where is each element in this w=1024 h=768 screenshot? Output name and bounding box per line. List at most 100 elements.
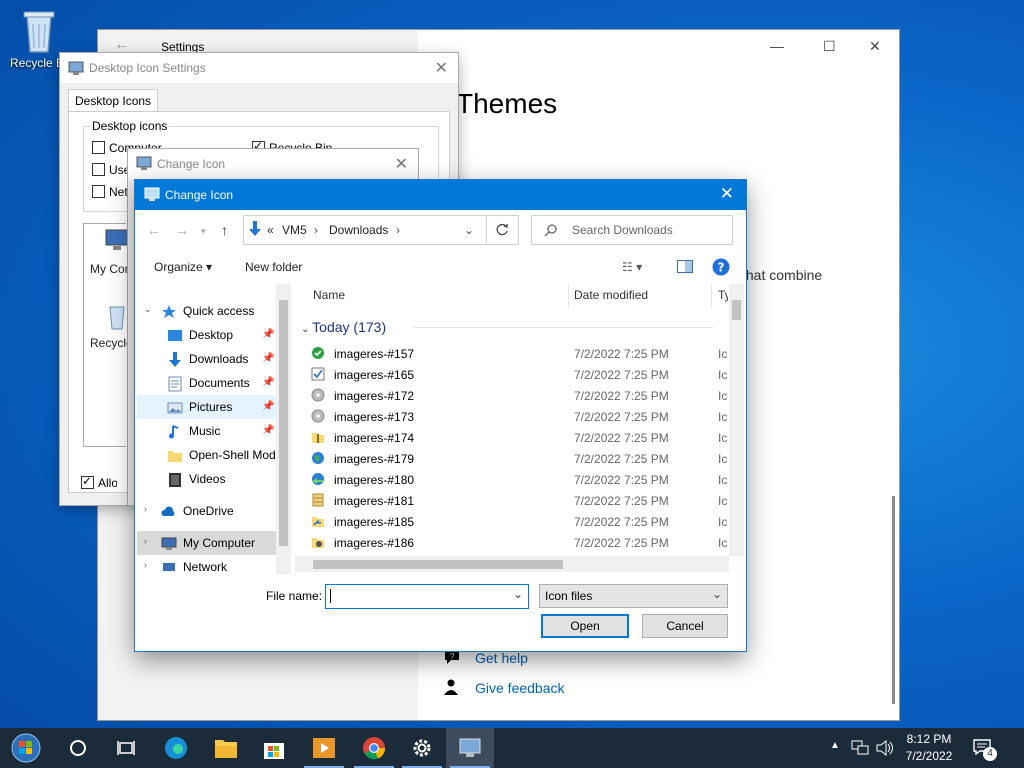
file-type-select[interactable]: Icon files ⌄ — [539, 584, 728, 608]
column-type[interactable]: Type — [718, 288, 728, 302]
pin-icon[interactable]: 📌 — [262, 329, 274, 340]
network-tray-icon[interactable] — [851, 740, 869, 756]
view-options-icon[interactable]: ☷ ▾ — [622, 260, 642, 274]
file-row[interactable]: imageres-#157 7/2/2022 7:25 PM Icon — [303, 343, 728, 364]
file-list-scrollbar[interactable] — [729, 284, 744, 556]
address-bar[interactable]: « VM5 › Downloads › ⌄ — [243, 215, 487, 245]
start-button[interactable] — [0, 728, 52, 768]
minimize-icon[interactable]: — — [770, 38, 784, 54]
taskbar-edge[interactable] — [152, 728, 200, 768]
nav-pictures[interactable]: Pictures 📌 — [137, 395, 291, 419]
taskbar-desktop-icon-settings[interactable] — [446, 728, 494, 768]
monitor-icon — [136, 156, 152, 170]
back-arrow-icon[interactable]: ← — [114, 36, 130, 54]
icon-my-computer[interactable]: My Computer — [90, 262, 130, 276]
recycle-bin-icon — [109, 306, 125, 330]
nav-desktop[interactable]: Desktop 📌 — [137, 323, 291, 347]
file-row[interactable]: imageres-#185 7/2/2022 7:25 PM Icon — [303, 511, 728, 532]
new-folder-button[interactable]: New folder — [245, 260, 302, 274]
search-input[interactable]: Search Downloads — [572, 223, 673, 237]
network-icon — [163, 563, 175, 571]
nav-quick-access[interactable]: ⌄ Quick access — [137, 299, 291, 323]
search-button[interactable] — [54, 728, 102, 768]
action-center-button[interactable]: 4 — [970, 736, 998, 762]
chevron-right-icon[interactable]: › — [396, 223, 400, 237]
forward-arrow-icon[interactable]: → — [175, 222, 189, 238]
downloads-arrow-icon — [249, 221, 261, 236]
file-row[interactable]: imageres-#174 7/2/2022 7:25 PM Icon — [303, 427, 728, 448]
file-name-input[interactable]: ⌄ — [325, 584, 529, 609]
file-row[interactable]: imageres-#165 7/2/2022 7:25 PM Icon — [303, 364, 728, 385]
organize-button[interactable]: Organize ▾ — [154, 260, 212, 274]
taskbar-media-app[interactable] — [300, 728, 348, 768]
nav-documents[interactable]: Documents 📌 — [137, 371, 291, 395]
nav-my-computer[interactable]: › My Computer — [137, 531, 291, 555]
volume-icon[interactable] — [876, 740, 894, 756]
pin-icon[interactable]: 📌 — [262, 353, 274, 364]
group-header-today[interactable]: ⌄ Today (173) — [301, 319, 713, 335]
nav-videos[interactable]: Videos — [137, 467, 291, 491]
file-date: 7/2/2022 7:25 PM — [574, 536, 669, 550]
file-list-horizontal-scrollbar[interactable] — [295, 556, 729, 572]
tab-desktop-icons[interactable]: Desktop Icons — [68, 89, 159, 112]
clock-date[interactable]: 7/2/2022 — [900, 749, 958, 763]
desktop-icon-settings-titlebar[interactable]: Desktop Icon Settings ✕ — [60, 53, 458, 83]
cloud-icon — [161, 506, 175, 516]
nav-downloads[interactable]: Downloads 📌 — [137, 347, 291, 371]
close-icon[interactable]: ✕ — [435, 58, 448, 78]
file-row[interactable]: imageres-#179 7/2/2022 7:25 PM Icon — [303, 448, 728, 469]
task-view-icon — [117, 741, 135, 755]
icon-recycle-bin-empty[interactable]: Recycle Bin (empty) — [90, 336, 130, 350]
search-circle-icon — [70, 740, 86, 756]
refresh-button[interactable] — [486, 215, 519, 245]
taskbar-chrome[interactable] — [350, 728, 398, 768]
close-icon[interactable]: ✕ — [869, 38, 881, 55]
settings-scrollbar[interactable] — [892, 496, 895, 704]
taskbar-store[interactable] — [250, 728, 298, 768]
search-box[interactable]: Search Downloads — [531, 215, 733, 245]
file-row[interactable]: imageres-#181 7/2/2022 7:25 PM Icon — [303, 490, 728, 511]
allow-themes-checkbox[interactable]: Allow themes to change desktop icons — [81, 476, 117, 490]
file-row[interactable]: imageres-#180 7/2/2022 7:25 PM Icon — [303, 469, 728, 490]
zip-folder-icon — [312, 433, 324, 443]
clock-time[interactable]: 8:12 PM — [900, 732, 958, 746]
recent-locations-icon[interactable]: ▾ — [201, 226, 206, 237]
nav-onedrive[interactable]: › OneDrive — [137, 499, 291, 523]
breadcrumb-vm5[interactable]: VM5 — [282, 223, 307, 237]
maximize-icon[interactable]: ☐ — [823, 38, 836, 55]
breadcrumb-downloads[interactable]: Downloads — [329, 223, 388, 237]
chevron-down-icon[interactable]: ⌄ — [464, 223, 474, 237]
open-button[interactable]: Open — [541, 614, 629, 638]
close-icon[interactable]: ✕ — [720, 184, 734, 204]
help-icon[interactable]: ? — [712, 258, 730, 276]
nav-network[interactable]: › Network — [137, 555, 291, 574]
show-hidden-icons-icon[interactable]: ▲ — [830, 740, 840, 751]
file-row[interactable]: imageres-#173 7/2/2022 7:25 PM Icon — [303, 406, 728, 427]
file-row[interactable]: imageres-#172 7/2/2022 7:25 PM Icon — [303, 385, 728, 406]
back-arrow-icon[interactable]: ← — [147, 222, 161, 238]
file-row[interactable]: imageres-#186 7/2/2022 7:25 PM Icon — [303, 532, 728, 553]
preview-pane-icon[interactable] — [677, 260, 693, 273]
taskbar-file-explorer[interactable] — [202, 728, 250, 768]
navigation-pane[interactable]: ⌄ Quick access Desktop 📌 Downloads 📌 Docum… — [137, 284, 291, 574]
change-icon-back-titlebar[interactable]: Change Icon ✕ — [128, 149, 418, 179]
cancel-button[interactable]: Cancel — [642, 614, 728, 638]
pin-icon[interactable]: 📌 — [262, 377, 274, 388]
chevron-right-icon[interactable]: › — [314, 223, 318, 237]
taskbar-settings[interactable] — [398, 728, 446, 768]
nav-open-shell-mod[interactable]: Open-Shell Mod — [137, 443, 291, 467]
up-arrow-icon[interactable]: ↑ — [221, 222, 228, 238]
pin-icon[interactable]: 📌 — [262, 425, 274, 436]
close-icon[interactable]: ✕ — [395, 154, 408, 174]
file-name: imageres-#173 — [334, 410, 415, 424]
file-dialog-titlebar[interactable]: Change Icon ✕ — [135, 180, 746, 210]
task-view-button[interactable] — [102, 728, 150, 768]
pin-icon[interactable]: 📌 — [262, 401, 274, 412]
column-date-modified[interactable]: Date modified — [574, 288, 648, 302]
nav-scrollbar[interactable] — [276, 284, 291, 574]
desktop-icons-list[interactable]: My Computer Recycle Bin (empty) — [83, 223, 130, 447]
column-name[interactable]: Name — [313, 288, 345, 302]
chevron-down-icon[interactable]: ⌄ — [513, 587, 523, 601]
store-bag-icon — [264, 743, 284, 759]
nav-music[interactable]: Music 📌 — [137, 419, 291, 443]
